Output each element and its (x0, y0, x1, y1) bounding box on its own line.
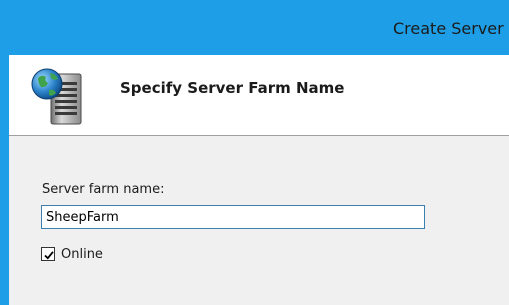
server-farm-name-label: Server farm name: (42, 182, 165, 197)
window-left-border (0, 0, 9, 305)
server-globe-icon (27, 64, 91, 128)
online-option[interactable]: Online (41, 246, 103, 262)
form-panel: Server farm name: Online (9, 136, 509, 305)
wizard-header: Specify Server Farm Name (9, 55, 509, 135)
online-checkbox[interactable] (41, 247, 55, 261)
window-title: Create Server F (393, 19, 509, 38)
server-farm-name-input[interactable] (41, 205, 425, 229)
online-label: Online (61, 246, 103, 262)
title-bar[interactable]: Create Server F (9, 0, 509, 55)
page-title: Specify Server Farm Name (120, 79, 345, 97)
create-server-farm-dialog: Create Server F Specify Server Farm Name… (0, 0, 509, 305)
checkmark-icon (44, 251, 54, 260)
